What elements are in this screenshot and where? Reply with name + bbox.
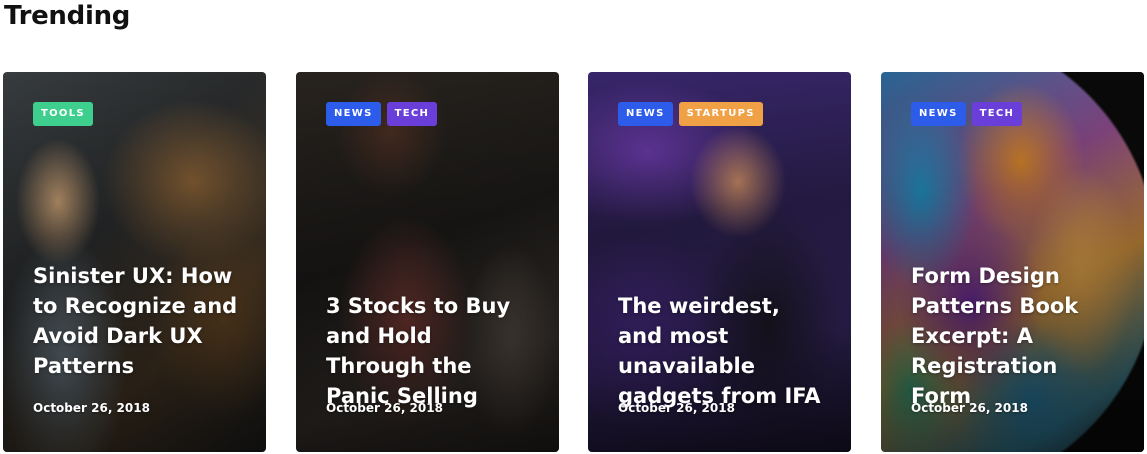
card-title[interactable]: The weirdest, and most unavailable gadge… xyxy=(618,291,829,411)
tag-news[interactable]: NEWS xyxy=(911,102,966,126)
card-title[interactable]: 3 Stocks to Buy and Hold Through the Pan… xyxy=(326,291,537,411)
tag-tech[interactable]: TECH xyxy=(971,102,1023,126)
card-date: October 26, 2018 xyxy=(618,401,735,415)
card-tags: NEWS TECH xyxy=(911,102,1023,126)
article-card-stocks[interactable]: NEWS TECH 3 Stocks to Buy and Hold Throu… xyxy=(296,72,559,452)
article-card-ifa-gadgets[interactable]: NEWS STARTUPS The weirdest, and most una… xyxy=(588,72,851,452)
trending-cards: TOOLS Sinister UX: How to Recognize and … xyxy=(3,72,1144,452)
card-tags: TOOLS xyxy=(33,102,93,126)
card-title[interactable]: Sinister UX: How to Recognize and Avoid … xyxy=(33,261,244,381)
tag-news[interactable]: NEWS xyxy=(326,102,381,126)
card-title[interactable]: Form Design Patterns Book Excerpt: A Reg… xyxy=(911,261,1122,411)
article-card-form-design[interactable]: NEWS TECH Form Design Patterns Book Exce… xyxy=(881,72,1144,452)
card-date: October 26, 2018 xyxy=(911,401,1028,415)
article-card-sinister-ux[interactable]: TOOLS Sinister UX: How to Recognize and … xyxy=(3,72,266,452)
tag-news[interactable]: NEWS xyxy=(618,102,673,126)
card-tags: NEWS STARTUPS xyxy=(618,102,763,126)
card-date: October 26, 2018 xyxy=(33,401,150,415)
tag-startups[interactable]: STARTUPS xyxy=(678,102,763,126)
card-tags: NEWS TECH xyxy=(326,102,438,126)
tag-tech[interactable]: TECH xyxy=(386,102,438,126)
card-date: October 26, 2018 xyxy=(326,401,443,415)
tag-tools[interactable]: TOOLS xyxy=(33,102,93,126)
section-title: Trending xyxy=(4,1,131,31)
